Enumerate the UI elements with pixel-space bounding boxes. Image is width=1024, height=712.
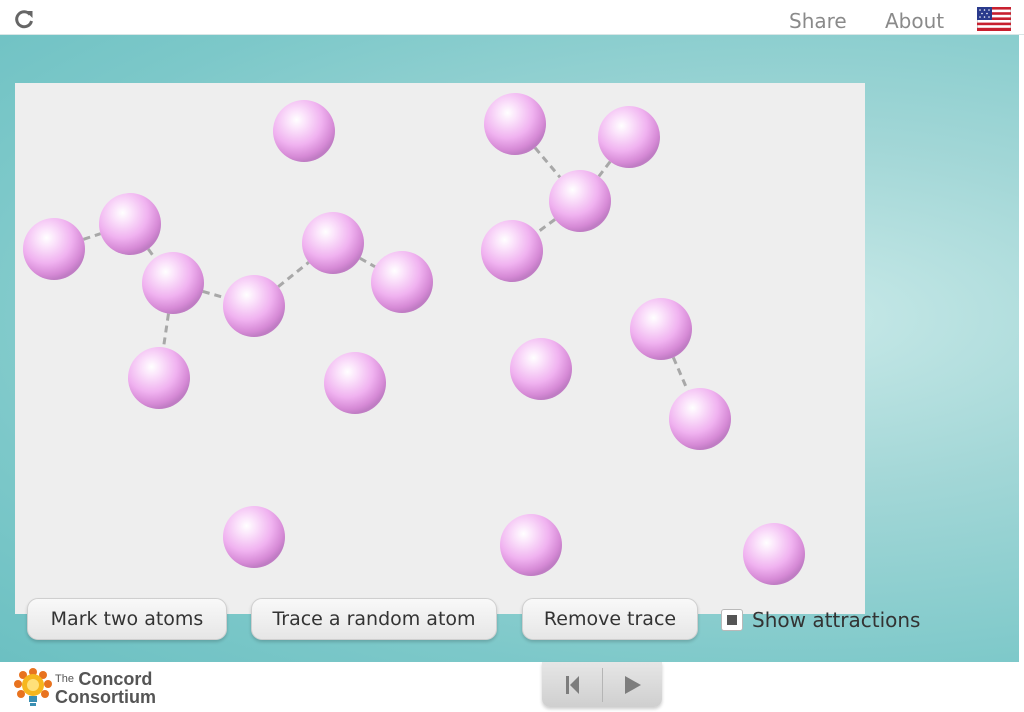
atom[interactable] <box>99 193 161 255</box>
atom[interactable] <box>223 275 285 337</box>
atom[interactable] <box>630 298 692 360</box>
attraction-bond <box>162 313 170 348</box>
attraction-bond <box>533 146 562 179</box>
atom[interactable] <box>743 523 805 585</box>
atom[interactable] <box>549 170 611 232</box>
play-icon <box>625 676 641 694</box>
attraction-bond <box>202 290 225 299</box>
concord-logo-text: The Concord Consortium <box>55 669 156 707</box>
atom-layer <box>23 93 805 585</box>
simulation-stage: Mark two atoms Trace a random atom Remov… <box>0 35 1019 662</box>
atom[interactable] <box>484 93 546 155</box>
attraction-bond <box>277 261 310 288</box>
share-link[interactable]: Share <box>789 9 847 33</box>
atom[interactable] <box>510 338 572 400</box>
remove-trace-button[interactable]: Remove trace <box>522 598 698 640</box>
atom[interactable] <box>371 251 433 313</box>
atom[interactable] <box>273 100 335 162</box>
attraction-bond <box>82 232 102 241</box>
play-button[interactable] <box>603 662 662 707</box>
show-attractions-label[interactable]: Show attractions <box>752 608 920 632</box>
show-attractions-checkbox[interactable] <box>721 609 743 631</box>
attraction-bond <box>359 256 376 269</box>
atom[interactable] <box>500 514 562 576</box>
atom[interactable] <box>302 212 364 274</box>
attraction-bond <box>671 356 690 392</box>
trace-random-atom-button[interactable]: Trace a random atom <box>251 598 497 640</box>
checkbox-checked-mark <box>727 615 737 625</box>
atom[interactable] <box>142 252 204 314</box>
us-flag-icon[interactable] <box>977 7 1011 31</box>
concord-lightbulb-logo-icon <box>14 668 52 706</box>
logo-concord-text: Concord <box>78 669 153 689</box>
mark-two-atoms-button[interactable]: Mark two atoms <box>27 598 227 640</box>
atom[interactable] <box>23 218 85 280</box>
footer: The Concord Consortium <box>0 662 1024 712</box>
skip-to-start-icon <box>566 676 579 694</box>
about-link[interactable]: About <box>885 9 944 33</box>
playback-controls <box>542 662 662 707</box>
attraction-bond <box>147 248 156 259</box>
atom[interactable] <box>669 388 731 450</box>
top-bar: Share About <box>0 0 1024 35</box>
logo-consortium-text: Consortium <box>55 687 156 707</box>
atom[interactable] <box>223 506 285 568</box>
logo-the-text: The <box>55 673 74 685</box>
reload-icon[interactable] <box>13 8 35 30</box>
atom[interactable] <box>481 220 543 282</box>
attraction-bond <box>597 160 612 178</box>
atom-canvas[interactable] <box>15 83 865 614</box>
atom-simulation-area[interactable] <box>15 83 865 614</box>
atom[interactable] <box>128 347 190 409</box>
reset-button[interactable] <box>542 662 602 707</box>
atom[interactable] <box>324 352 386 414</box>
attraction-bond <box>536 218 556 234</box>
atom[interactable] <box>598 106 660 168</box>
